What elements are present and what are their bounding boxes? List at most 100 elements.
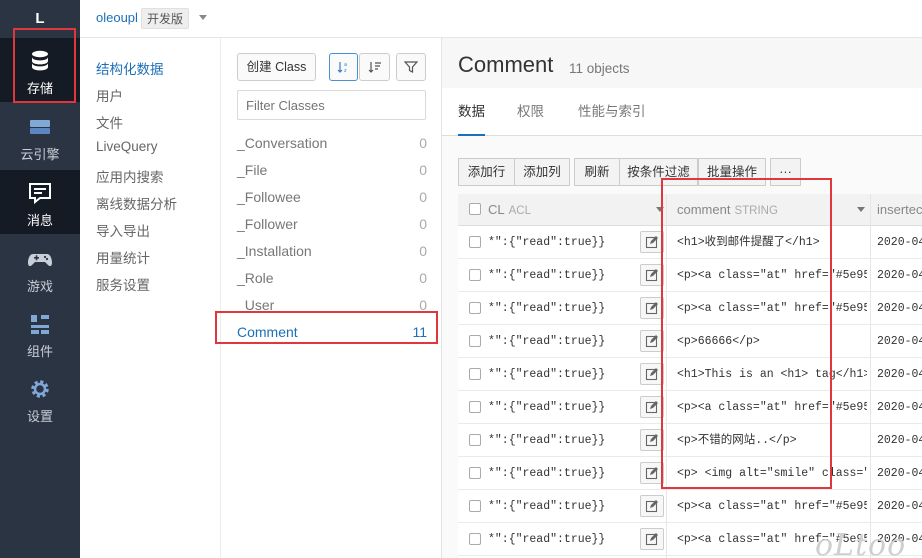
rail-item-cloud-engine[interactable]: 云引擎 — [0, 104, 80, 168]
app-logo[interactable]: L — [0, 0, 80, 38]
acl-cell[interactable]: *":{"read":true}} — [488, 325, 636, 358]
filter-button[interactable] — [396, 53, 426, 81]
acl-cell[interactable]: *":{"read":true}} — [488, 292, 636, 325]
acl-cell[interactable]: *":{"read":true}} — [488, 358, 636, 391]
row-checkbox[interactable] — [469, 434, 481, 446]
row-checkbox[interactable] — [469, 335, 481, 347]
comment-cell[interactable]: <p> <img alt="smile" class="ve — [677, 457, 867, 490]
comment-cell[interactable]: <p><a class="at" href="#5e95b9 — [677, 490, 867, 523]
select-all-checkbox[interactable] — [469, 203, 481, 215]
class-item[interactable]: _Follower 0 — [237, 216, 427, 232]
edit-acl-button[interactable] — [640, 330, 664, 352]
subnav-item-service-settings[interactable]: 服务设置 — [96, 274, 150, 294]
edit-acl-button[interactable] — [640, 363, 664, 385]
column-header-comment[interactable]: comment STRING — [677, 194, 857, 226]
acl-cell[interactable]: *":{"read":true}} — [488, 391, 636, 424]
comment-cell[interactable]: <p><a class="at" href="#5e95c4 — [677, 259, 867, 292]
inserted-cell[interactable]: 2020-04 — [877, 391, 922, 424]
rail-item-storage[interactable]: 存储 — [0, 38, 80, 102]
table-row[interactable]: *":{"read":true}} <p>不错的网站..</p> 2020-04 — [458, 424, 922, 457]
add-column-button[interactable]: 添加列 — [514, 158, 570, 186]
subnav-item-livequery[interactable]: LiveQuery — [96, 139, 158, 154]
edit-acl-button[interactable] — [640, 297, 664, 319]
row-checkbox[interactable] — [469, 401, 481, 413]
subnav-item-users[interactable]: 用户 — [96, 85, 123, 105]
inserted-cell[interactable]: 2020-04 — [877, 490, 922, 523]
edit-acl-button[interactable] — [640, 396, 664, 418]
subnav-item-structured-data[interactable]: 结构化数据 — [96, 58, 164, 78]
comment-cell[interactable]: <p><a class="at" href="#5e95c9 — [677, 292, 867, 325]
edit-acl-button[interactable] — [640, 429, 664, 451]
comment-cell[interactable]: <p>不错的网站..</p> — [677, 424, 867, 457]
acl-cell[interactable]: *":{"read":true}} — [488, 457, 636, 490]
class-item[interactable]: _Installation 0 — [237, 243, 427, 259]
chevron-down-icon[interactable] — [199, 15, 207, 20]
sort-desc-button[interactable] — [359, 53, 390, 81]
edit-acl-button[interactable] — [640, 264, 664, 286]
edit-acl-button[interactable] — [640, 528, 664, 550]
column-header-acl[interactable]: CL ACL — [488, 194, 658, 226]
rail-item-message[interactable]: 消息 — [0, 170, 80, 234]
column-header-inserted[interactable]: insertec — [877, 194, 922, 226]
table-row[interactable]: *":{"read":true}} <p>66666</p> 2020-04 — [458, 325, 922, 358]
row-checkbox[interactable] — [469, 269, 481, 281]
inserted-cell[interactable]: 2020-04 — [877, 292, 922, 325]
subnav-item-files[interactable]: 文件 — [96, 112, 123, 132]
acl-cell[interactable]: *":{"read":true}} — [488, 259, 636, 292]
table-row[interactable]: *":{"read":true}} <p> <img alt="smile" cl… — [458, 457, 922, 490]
table-row[interactable]: *":{"read":true}} <p><a class="at" href="… — [458, 391, 922, 424]
acl-cell[interactable]: *":{"read":true}} — [488, 523, 636, 556]
class-item[interactable]: _Followee 0 — [237, 189, 427, 205]
tab-performance-index[interactable]: 性能与索引 — [578, 88, 646, 136]
acl-cell[interactable]: *":{"read":true}} — [488, 226, 636, 259]
row-checkbox[interactable] — [469, 467, 481, 479]
edit-acl-button[interactable] — [640, 462, 664, 484]
subnav-item-offline-analysis[interactable]: 离线数据分析 — [96, 193, 177, 213]
chevron-down-icon[interactable] — [656, 207, 664, 212]
tab-permissions[interactable]: 权限 — [517, 88, 544, 136]
create-class-button[interactable]: 创建 Class — [237, 53, 316, 81]
add-row-button[interactable]: 添加行 — [458, 158, 515, 186]
table-row[interactable]: *":{"read":true}} <h1>收到邮件提醒了</h1> 2020-04 — [458, 226, 922, 259]
rail-item-components[interactable]: 组件 — [0, 301, 80, 365]
inserted-cell[interactable]: 2020-04 — [877, 457, 922, 490]
edit-acl-button[interactable] — [640, 231, 664, 253]
class-item[interactable]: _Conversation 0 — [237, 135, 427, 151]
acl-cell[interactable]: *":{"read":true}} — [488, 490, 636, 523]
inserted-cell[interactable]: 2020-04 — [877, 259, 922, 292]
row-checkbox[interactable] — [469, 236, 481, 248]
class-item[interactable]: _File 0 — [237, 162, 427, 178]
class-item[interactable]: _User 0 — [237, 297, 427, 313]
subnav-item-in-app-search[interactable]: 应用内搜索 — [96, 166, 164, 186]
inserted-cell[interactable]: 2020-04 — [877, 226, 922, 259]
inserted-cell[interactable]: 2020-04 — [877, 325, 922, 358]
row-checkbox[interactable] — [469, 533, 481, 545]
table-row[interactable]: *":{"read":true}} <p><a class="at" href="… — [458, 292, 922, 325]
more-button[interactable]: ··· — [770, 158, 801, 186]
app-name[interactable]: oleoupl — [96, 10, 138, 25]
table-row[interactable]: *":{"read":true}} <h1>This is an <h1> tag… — [458, 358, 922, 391]
row-checkbox[interactable] — [469, 368, 481, 380]
chevron-down-icon[interactable] — [857, 207, 865, 212]
table-row[interactable]: *":{"read":true}} <p><a class="at" href="… — [458, 259, 922, 292]
comment-cell[interactable]: <p>66666</p> — [677, 325, 867, 358]
sort-asc-button[interactable]: a z — [329, 53, 358, 81]
class-item[interactable]: _Role 0 — [237, 270, 427, 286]
comment-cell[interactable]: <h1>This is an <h1> tag</h1> — [677, 358, 867, 391]
inserted-cell[interactable]: 2020-04 — [877, 358, 922, 391]
comment-cell[interactable]: <p><a class="at" href="#5e95c4 — [677, 391, 867, 424]
row-checkbox[interactable] — [469, 302, 481, 314]
acl-cell[interactable]: *":{"read":true}} — [488, 424, 636, 457]
class-item-comment[interactable]: Comment 11 — [237, 324, 427, 340]
comment-cell[interactable]: <h1>收到邮件提醒了</h1> — [677, 226, 867, 259]
rail-item-settings[interactable]: 设置 — [0, 366, 80, 430]
rail-item-game[interactable]: 游戏 — [0, 236, 80, 300]
inserted-cell[interactable]: 2020-04 — [877, 424, 922, 457]
refresh-button[interactable]: 刷新 — [574, 158, 620, 186]
batch-operation-button[interactable]: 批量操作 — [698, 158, 766, 186]
edit-acl-button[interactable] — [640, 495, 664, 517]
filter-by-condition-button[interactable]: 按条件过滤 — [619, 158, 698, 186]
row-checkbox[interactable] — [469, 500, 481, 512]
subnav-item-usage-stats[interactable]: 用量统计 — [96, 247, 150, 267]
table-row[interactable]: *":{"read":true}} <p><a class="at" href="… — [458, 490, 922, 523]
